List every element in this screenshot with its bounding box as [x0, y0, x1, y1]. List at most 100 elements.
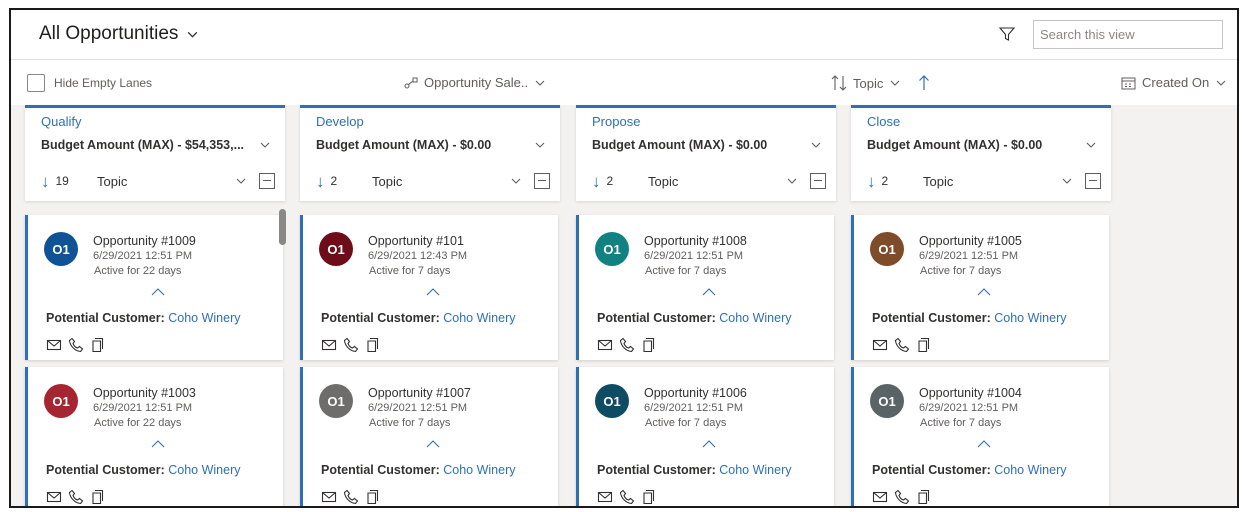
potential-customer-link[interactable]: Coho Winery — [443, 463, 515, 477]
document-icon[interactable] — [90, 489, 106, 505]
chevron-down-icon[interactable] — [786, 175, 798, 187]
sort-control: Topic — [831, 74, 931, 92]
chevron-up-icon[interactable] — [702, 286, 716, 298]
email-icon[interactable] — [597, 337, 613, 353]
sort-ascending-icon[interactable] — [917, 74, 931, 92]
potential-customer-link[interactable]: Coho Winery — [719, 463, 791, 477]
potential-customer-label: Potential Customer: — [872, 311, 991, 325]
lane-stage-name: Close — [867, 114, 901, 129]
opportunity-card[interactable]: O1 Opportunity #1006 6/29/2021 12:51 PM … — [576, 367, 834, 506]
potential-customer-link[interactable]: Coho Winery — [719, 311, 791, 325]
email-icon[interactable] — [597, 489, 613, 505]
document-icon[interactable] — [90, 337, 106, 353]
phone-icon[interactable] — [894, 337, 910, 353]
email-icon[interactable] — [872, 337, 888, 353]
opportunity-card[interactable]: O1 Opportunity #1007 6/29/2021 12:51 PM … — [300, 367, 558, 506]
created-on-filter[interactable]: Created On — [1121, 75, 1227, 90]
document-icon[interactable] — [641, 337, 657, 353]
collapse-lane-button[interactable] — [259, 173, 275, 189]
potential-customer-link[interactable]: Coho Winery — [994, 311, 1066, 325]
chevron-down-icon — [535, 142, 545, 148]
search-box — [1033, 20, 1223, 49]
document-icon[interactable] — [365, 489, 381, 505]
arrow-down-icon: ↓ — [41, 171, 50, 191]
lane-aggregate-selector[interactable]: Budget Amount (MAX) - $54,353,... — [41, 138, 271, 152]
chevron-up-icon[interactable] — [702, 438, 716, 450]
lane-aggregate-selector[interactable]: Budget Amount (MAX) - $0.00 — [316, 138, 546, 152]
opportunity-card[interactable]: O1 Opportunity #1009 6/29/2021 12:51 PM … — [25, 215, 283, 360]
business-process-label: Opportunity Sale.. — [424, 75, 529, 90]
chevron-up-icon[interactable] — [977, 438, 991, 450]
document-icon[interactable] — [365, 337, 381, 353]
opportunity-title[interactable]: Opportunity #1004 — [919, 386, 1022, 400]
opportunity-date: 6/29/2021 12:51 PM — [644, 402, 744, 414]
email-icon[interactable] — [46, 337, 62, 353]
hide-empty-lanes-checkbox[interactable] — [27, 74, 45, 92]
opportunity-title[interactable]: Opportunity #101 — [368, 234, 464, 248]
opportunity-title[interactable]: Opportunity #1009 — [93, 234, 196, 248]
email-icon[interactable] — [872, 489, 888, 505]
email-icon[interactable] — [321, 337, 337, 353]
search-input[interactable] — [1040, 27, 1216, 42]
document-icon[interactable] — [916, 337, 932, 353]
chevron-up-icon[interactable] — [977, 286, 991, 298]
collapse-lane-button[interactable] — [810, 173, 826, 189]
chevron-up-icon[interactable] — [426, 286, 440, 298]
filter-icon[interactable] — [997, 24, 1017, 44]
potential-customer-link[interactable]: Coho Winery — [443, 311, 515, 325]
potential-customer-row: Potential Customer: Coho Winery — [872, 311, 1067, 325]
document-icon[interactable] — [641, 489, 657, 505]
email-icon[interactable] — [46, 489, 62, 505]
lane-aggregate-selector[interactable]: Budget Amount (MAX) - $0.00 — [867, 138, 1097, 152]
created-on-label: Created On — [1142, 75, 1210, 90]
phone-icon[interactable] — [619, 337, 635, 353]
arrow-down-icon: ↓ — [316, 171, 325, 191]
lane-scrollbar-thumb[interactable] — [279, 209, 286, 245]
lane-aggregate-selector[interactable]: Budget Amount (MAX) - $0.00 — [592, 138, 822, 152]
email-icon[interactable] — [321, 489, 337, 505]
lane-sort-direction-button[interactable]: ↓ 2 — [316, 173, 372, 190]
avatar: O1 — [595, 384, 629, 418]
lane-card-count: 19 — [55, 174, 69, 188]
phone-icon[interactable] — [343, 337, 359, 353]
document-icon[interactable] — [916, 489, 932, 505]
opportunity-card[interactable]: O1 Opportunity #101 6/29/2021 12:43 PM A… — [300, 215, 558, 360]
lane-stage-name: Propose — [592, 114, 641, 129]
hide-empty-lanes-toggle[interactable]: Hide Empty Lanes — [27, 74, 152, 92]
phone-icon[interactable] — [68, 489, 84, 505]
opportunity-card[interactable]: O1 Opportunity #1005 6/29/2021 12:51 PM … — [851, 215, 1109, 360]
potential-customer-link[interactable]: Coho Winery — [168, 311, 240, 325]
opportunity-title[interactable]: Opportunity #1005 — [919, 234, 1022, 248]
opportunity-date: 6/29/2021 12:43 PM — [368, 250, 468, 262]
phone-icon[interactable] — [68, 337, 84, 353]
chevron-down-icon[interactable] — [1061, 175, 1073, 187]
phone-icon[interactable] — [619, 489, 635, 505]
chevron-down-icon[interactable] — [510, 175, 522, 187]
opportunity-title[interactable]: Opportunity #1008 — [644, 234, 747, 248]
opportunity-card[interactable]: O1 Opportunity #1004 6/29/2021 12:51 PM … — [851, 367, 1109, 506]
phone-icon[interactable] — [343, 489, 359, 505]
chevron-up-icon[interactable] — [426, 438, 440, 450]
sort-field-selector[interactable]: Topic — [831, 74, 901, 92]
opportunity-title[interactable]: Opportunity #1003 — [93, 386, 196, 400]
chevron-down-icon — [260, 142, 270, 148]
opportunity-title[interactable]: Opportunity #1007 — [368, 386, 471, 400]
view-selector[interactable]: All Opportunities — [39, 23, 199, 45]
collapse-lane-button[interactable] — [534, 173, 550, 189]
chevron-up-icon[interactable] — [151, 438, 165, 450]
opportunity-card[interactable]: O1 Opportunity #1008 6/29/2021 12:51 PM … — [576, 215, 834, 360]
potential-customer-link[interactable]: Coho Winery — [168, 463, 240, 477]
lane-sort-direction-button[interactable]: ↓ 2 — [592, 173, 648, 190]
opportunity-date: 6/29/2021 12:51 PM — [919, 402, 1019, 414]
potential-customer-link[interactable]: Coho Winery — [994, 463, 1066, 477]
opportunity-title[interactable]: Opportunity #1006 — [644, 386, 747, 400]
lane-sort-direction-button[interactable]: ↓ 2 — [867, 173, 923, 190]
collapse-lane-button[interactable] — [1085, 173, 1101, 189]
business-process-selector[interactable]: Opportunity Sale.. — [404, 75, 546, 90]
chevron-down-icon[interactable] — [235, 175, 247, 187]
chevron-up-icon[interactable] — [151, 286, 165, 298]
lane-sort-direction-button[interactable]: ↓ 19 — [41, 173, 97, 190]
phone-icon[interactable] — [894, 489, 910, 505]
potential-customer-row: Potential Customer: Coho Winery — [46, 463, 241, 477]
opportunity-card[interactable]: O1 Opportunity #1003 6/29/2021 12:51 PM … — [25, 367, 283, 506]
